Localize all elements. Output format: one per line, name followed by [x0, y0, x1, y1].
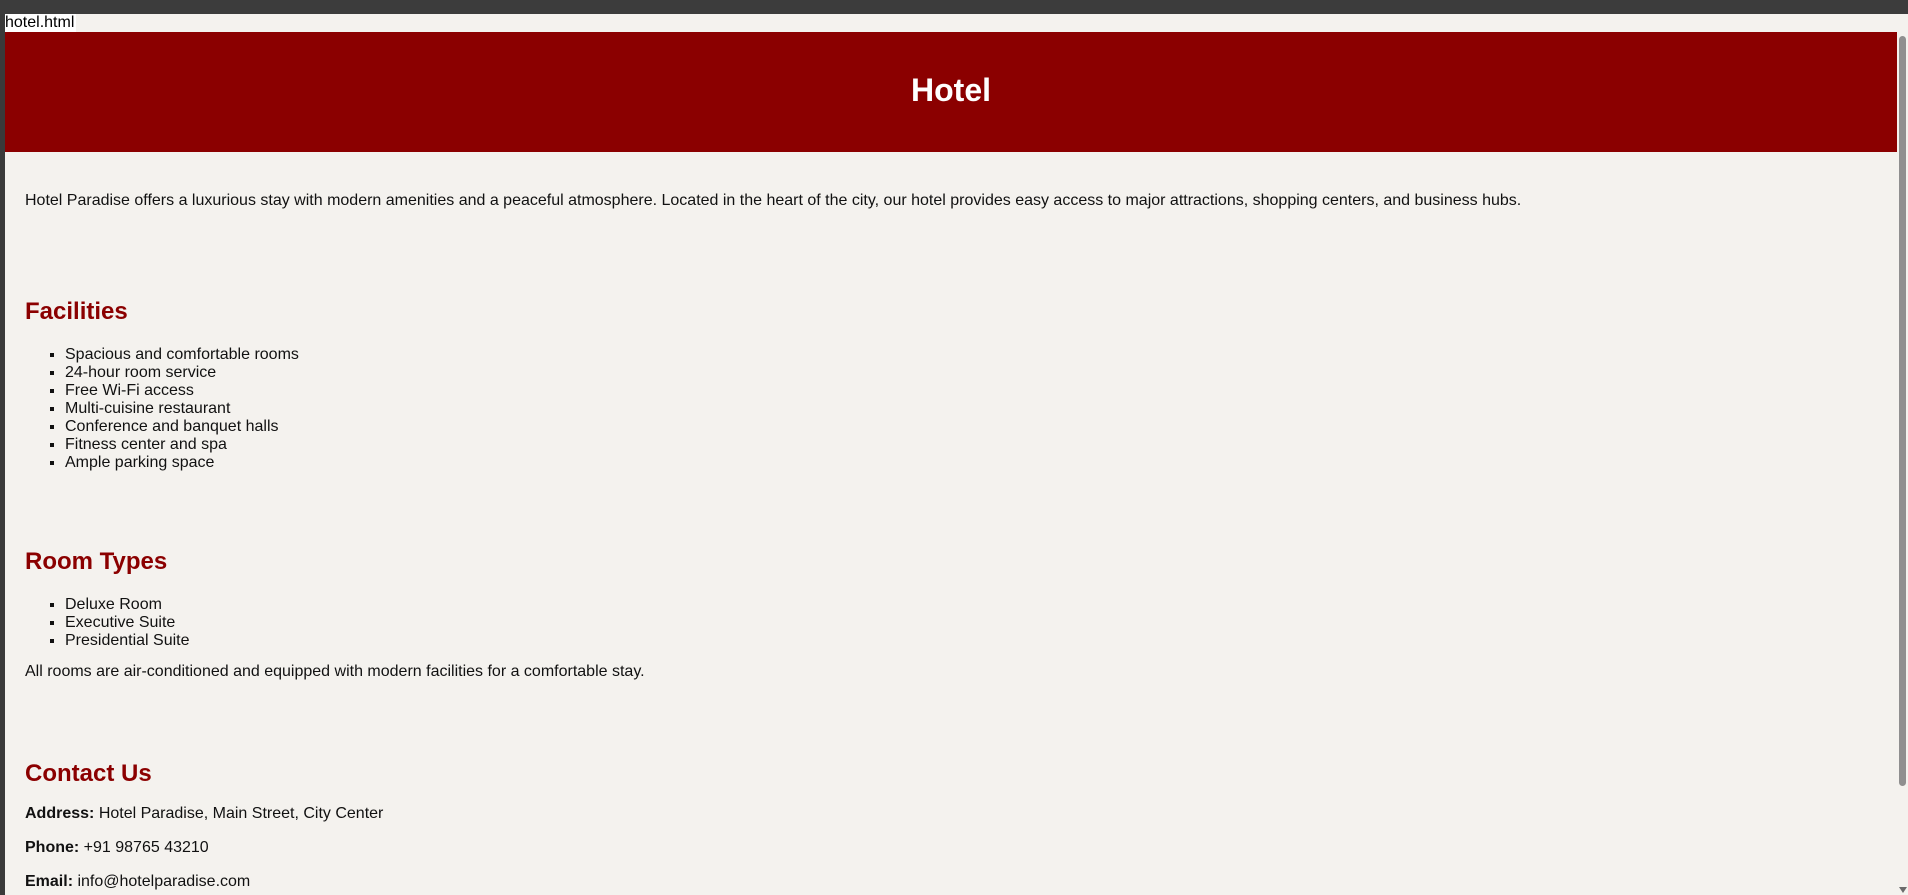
list-item: Fitness center and spa: [65, 436, 299, 454]
list-item: Free Wi-Fi access: [65, 382, 299, 400]
list-item: 24-hour room service: [65, 364, 299, 382]
address-value: Hotel Paradise, Main Street, City Center: [98, 805, 384, 822]
list-item: Executive Suite: [65, 614, 190, 632]
facilities-heading: Facilities: [25, 298, 128, 325]
vertical-scrollbar[interactable]: [1897, 14, 1908, 895]
site-header: Hotel: [5, 32, 1897, 152]
browser-toolbar-strip: [0, 0, 1908, 14]
phone-value: +91 98765 43210: [83, 839, 209, 856]
intro-paragraph: Hotel Paradise offers a luxurious stay w…: [25, 192, 1522, 209]
list-item: Deluxe Room: [65, 596, 190, 614]
page-title: Hotel: [911, 72, 991, 108]
email-value: info@hotelparadise.com: [77, 873, 251, 890]
contact-phone: Phone: +91 98765 43210: [25, 839, 209, 857]
contact-address: Address: Hotel Paradise, Main Street, Ci…: [25, 805, 383, 823]
room-types-heading: Room Types: [25, 548, 168, 575]
address-label: Address:: [25, 805, 95, 822]
scroll-down-arrow-icon[interactable]: [1899, 887, 1907, 893]
browser-window: hotel.html Hotel Hotel Paradise offers a…: [0, 0, 1908, 895]
contact-heading: Contact Us: [25, 760, 152, 787]
list-item: Conference and banquet halls: [65, 418, 299, 436]
list-item: Multi-cuisine restaurant: [65, 400, 299, 418]
page-filename: hotel.html: [5, 14, 77, 32]
phone-label: Phone:: [25, 839, 80, 856]
scrollbar-thumb[interactable]: [1899, 36, 1906, 786]
contact-email: Email: info@hotelparadise.com: [25, 873, 250, 891]
room-types-list: Deluxe Room Executive Suite Presidential…: [25, 596, 190, 650]
list-item: Ample parking space: [65, 454, 299, 472]
facilities-list: Spacious and comfortable rooms 24-hour r…: [25, 346, 299, 472]
rooms-note: All rooms are air-conditioned and equipp…: [25, 663, 645, 680]
email-label: Email:: [25, 873, 74, 890]
list-item: Spacious and comfortable rooms: [65, 346, 299, 364]
list-item: Presidential Suite: [65, 632, 190, 650]
page-viewport: hotel.html Hotel Hotel Paradise offers a…: [5, 14, 1897, 895]
